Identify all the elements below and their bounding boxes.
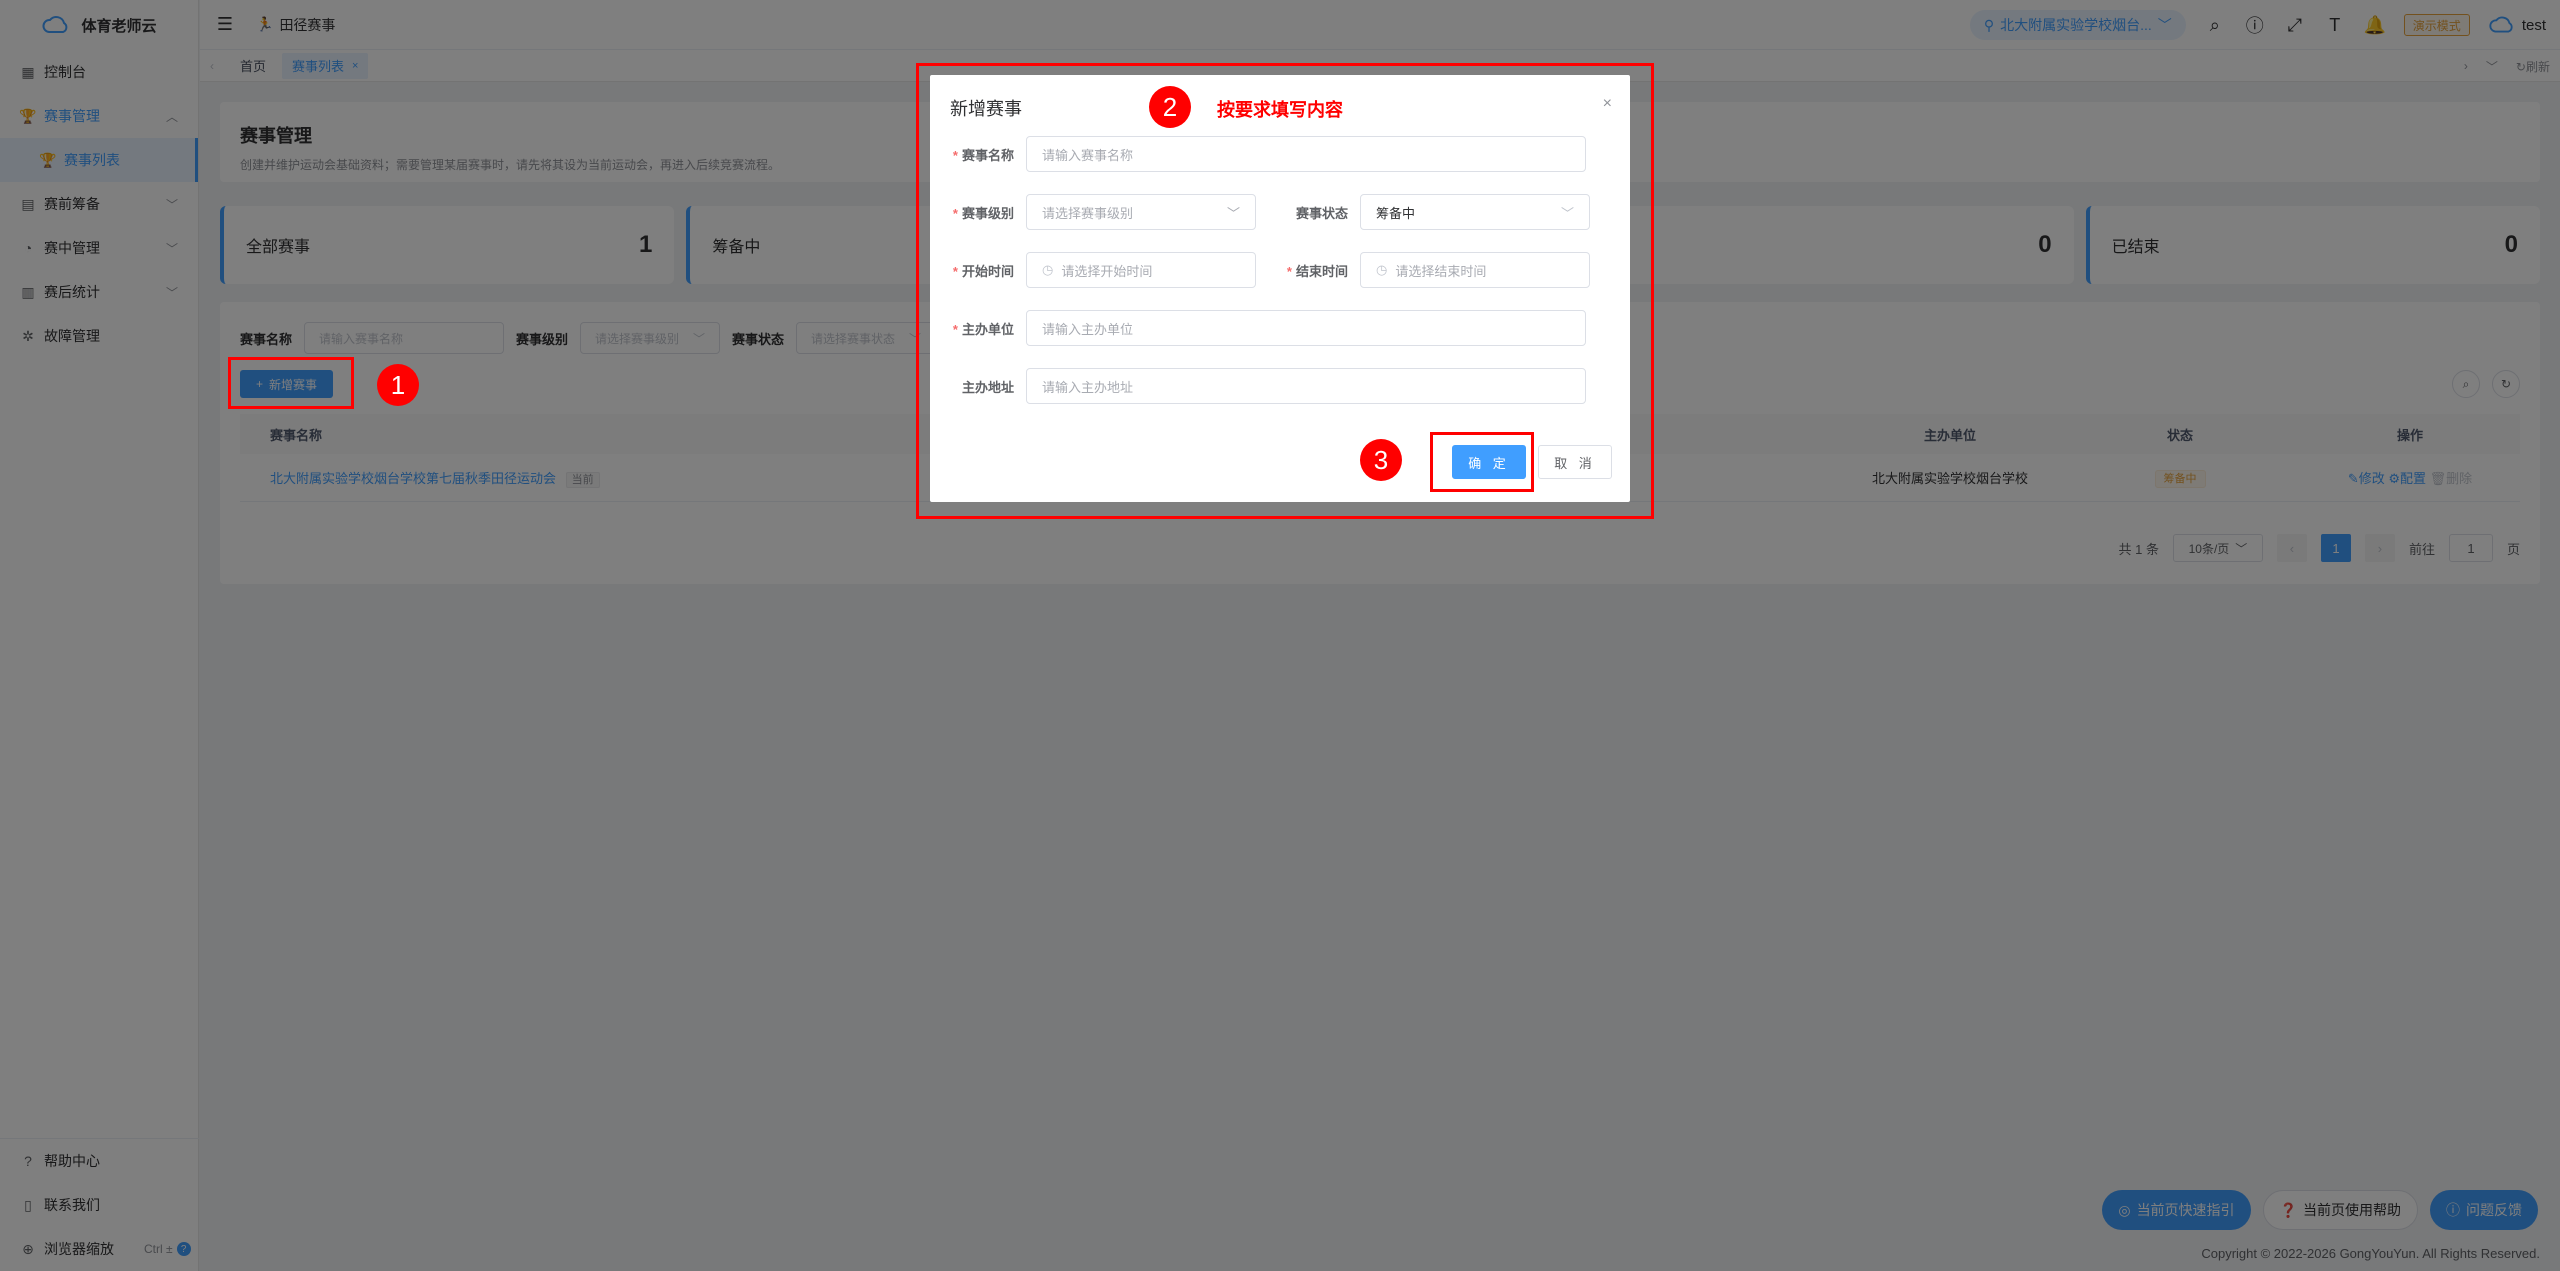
- field-label-text: 赛事级别: [961, 205, 1014, 221]
- required-mark: *: [1286, 263, 1292, 279]
- field-label: * 赛事级别: [930, 203, 1026, 222]
- annotation-box-3: [1430, 432, 1534, 492]
- clock-icon: ◷: [1042, 262, 1054, 277]
- field-label-text: 主办单位: [961, 321, 1014, 337]
- event-status-select[interactable]: 筹备中 ﹀: [1360, 194, 1590, 230]
- dialog-title: 新增赛事: [950, 99, 1022, 119]
- form-row-end: * 结束时间 ◷ 请选择结束时间: [1260, 252, 1590, 288]
- annotation-box-1: [228, 357, 354, 409]
- cancel-button[interactable]: 取 消: [1538, 445, 1612, 479]
- annotation-badge-2: 2: [1149, 86, 1191, 128]
- required-mark: *: [952, 263, 958, 279]
- close-icon[interactable]: ×: [1603, 95, 1612, 113]
- required-mark: *: [952, 147, 958, 163]
- form-row-status: 赛事状态 筹备中 ﹀: [1260, 194, 1590, 230]
- field-label: 赛事状态: [1295, 205, 1348, 221]
- chevron-down-icon: ﹀: [1226, 205, 1240, 221]
- field-label-text: 开始时间: [961, 263, 1014, 279]
- required-mark: *: [952, 321, 958, 337]
- field-label-text: 赛事名称: [961, 147, 1014, 163]
- event-status-value: 筹备中: [1376, 205, 1416, 221]
- start-time-placeholder: 请选择开始时间: [1061, 263, 1153, 279]
- address-input[interactable]: 请输入主办地址: [1026, 368, 1586, 404]
- clock-icon: ◷: [1376, 262, 1388, 277]
- field-label: * 赛事名称: [930, 145, 1026, 164]
- field-label-text: 结束时间: [1295, 263, 1348, 279]
- annotation-text-2: 按要求填写内容: [1217, 100, 1343, 120]
- start-time-picker[interactable]: ◷ 请选择开始时间: [1026, 252, 1256, 288]
- form-row-level: * 赛事级别 请选择赛事级别 ﹀: [930, 194, 1256, 230]
- form-row-org: * 主办单位 请输入主办单位: [930, 310, 1586, 346]
- event-name-input[interactable]: 请输入赛事名称: [1026, 136, 1586, 172]
- event-level-select[interactable]: 请选择赛事级别 ﹀: [1026, 194, 1256, 230]
- field-label: * 主办单位: [930, 319, 1026, 338]
- event-level-placeholder: 请选择赛事级别: [1042, 205, 1134, 221]
- field-label: * 结束时间: [1260, 261, 1360, 280]
- chevron-down-icon: ﹀: [1560, 205, 1574, 221]
- form-row-addr: 主办地址 请输入主办地址: [930, 368, 1586, 404]
- end-time-picker[interactable]: ◷ 请选择结束时间: [1360, 252, 1590, 288]
- field-label: 主办地址: [961, 379, 1014, 395]
- end-time-placeholder: 请选择结束时间: [1395, 263, 1487, 279]
- form-row-start: * 开始时间 ◷ 请选择开始时间: [930, 252, 1256, 288]
- organizer-input[interactable]: 请输入主办单位: [1026, 310, 1586, 346]
- field-label: * 开始时间: [930, 261, 1026, 280]
- required-mark: *: [952, 205, 958, 221]
- form-row-name: * 赛事名称 请输入赛事名称: [930, 136, 1586, 172]
- annotation-badge-1: 1: [377, 364, 419, 406]
- annotation-badge-3: 3: [1360, 439, 1402, 481]
